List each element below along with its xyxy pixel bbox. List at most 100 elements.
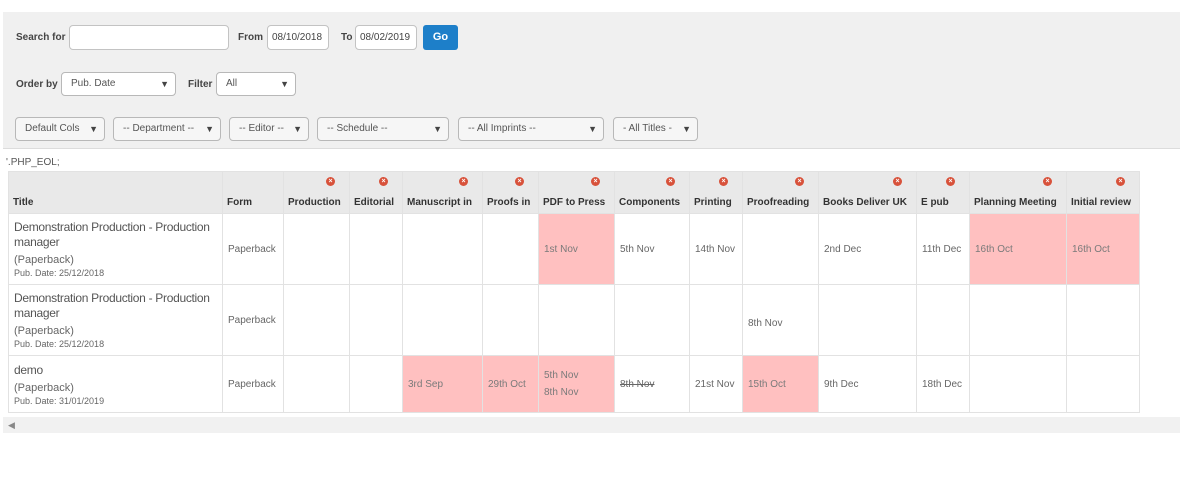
initial-review-cell[interactable] (1066, 284, 1140, 356)
department-select[interactable]: -- Department -- ▼ (113, 117, 221, 141)
title-text[interactable]: demo (14, 363, 222, 378)
remove-column-icon[interactable]: × (719, 177, 728, 186)
from-date-input[interactable]: 08/10/2018 (267, 25, 329, 50)
column-header: × Planning Meeting (969, 171, 1067, 214)
remove-column-icon[interactable]: × (515, 177, 524, 186)
printing-cell[interactable]: 21st Nov (689, 355, 743, 413)
components-cell[interactable] (614, 284, 690, 356)
go-button[interactable]: Go (423, 25, 458, 50)
chevron-down-icon: ▼ (433, 124, 442, 134)
remove-column-icon[interactable]: × (893, 177, 902, 186)
chevron-down-icon: ▼ (280, 79, 289, 89)
remove-column-icon[interactable]: × (1116, 177, 1125, 186)
titles-value: - All Titles - (623, 123, 672, 134)
proofs-cell[interactable] (482, 284, 539, 356)
components-cell[interactable]: 5th Nov (614, 213, 690, 285)
books-deliver-cell[interactable] (818, 284, 917, 356)
remove-column-icon[interactable]: × (459, 177, 468, 186)
planning-meeting-cell[interactable] (969, 355, 1067, 413)
columns-value: Default Cols (25, 123, 80, 134)
epub-cell[interactable]: 18th Dec (916, 355, 970, 413)
imprints-select[interactable]: -- All Imprints -- ▼ (458, 117, 604, 141)
editor-select[interactable]: -- Editor -- ▼ (229, 117, 309, 141)
production-cell[interactable] (283, 213, 350, 285)
format-text: (Paperback) (14, 254, 74, 266)
remove-column-icon[interactable]: × (666, 177, 675, 186)
production-cell[interactable] (283, 284, 350, 356)
remove-column-icon[interactable]: × (946, 177, 955, 186)
column-header: × Manuscript in (402, 171, 483, 214)
to-label: To (341, 32, 353, 43)
column-header: × Initial review (1066, 171, 1140, 214)
proofreading-cell[interactable]: 15th Oct (742, 355, 819, 413)
order-by-value: Pub. Date (71, 78, 116, 89)
column-header: × Proofs in (482, 171, 539, 214)
title-text[interactable]: Demonstration Production - Production ma… (14, 291, 222, 321)
chevron-down-icon: ▼ (205, 124, 214, 134)
editorial-cell[interactable] (349, 284, 403, 356)
pdf-to-press-cell[interactable]: 5th Nov 8th Nov (538, 355, 615, 413)
proofreading-cell[interactable]: 8th Nov (742, 284, 819, 356)
column-header: × Editorial (349, 171, 403, 214)
title-cell[interactable]: demo (Paperback) Pub. Date: 31/01/2019 (8, 355, 223, 413)
proofs-cell[interactable] (482, 213, 539, 285)
column-header: Title (8, 171, 223, 214)
printing-cell[interactable] (689, 284, 743, 356)
chevron-down-icon: ▼ (682, 124, 691, 134)
proofreading-cell[interactable] (742, 213, 819, 285)
remove-column-icon[interactable]: × (591, 177, 600, 186)
production-cell[interactable] (283, 355, 350, 413)
proofs-cell[interactable]: 29th Oct (482, 355, 539, 413)
remove-column-icon[interactable]: × (1043, 177, 1052, 186)
components-cell[interactable]: 8th Nov (614, 355, 690, 413)
editorial-cell[interactable] (349, 355, 403, 413)
column-header: × Printing (689, 171, 743, 214)
search-input[interactable] (69, 25, 229, 50)
chevron-down-icon: ▼ (588, 124, 597, 134)
chevron-down-icon: ▼ (293, 124, 302, 134)
column-header: × PDF to Press (538, 171, 615, 214)
remove-column-icon[interactable]: × (795, 177, 804, 186)
pub-date-text: Pub. Date: 31/01/2019 (14, 395, 105, 406)
titles-select[interactable]: - All Titles - ▼ (613, 117, 698, 141)
from-label: From (238, 32, 263, 43)
order-by-select[interactable]: Pub. Date ▼ (61, 72, 176, 96)
php-eol-text: '.PHP_EOL; (6, 157, 60, 168)
manuscript-cell[interactable]: 3rd Sep (402, 355, 483, 413)
planning-meeting-cell[interactable]: 16th Oct (969, 213, 1067, 285)
epub-cell[interactable] (916, 284, 970, 356)
title-text[interactable]: Demonstration Production - Production ma… (14, 220, 222, 250)
printing-cell[interactable]: 14th Nov (689, 213, 743, 285)
editor-value: -- Editor -- (239, 123, 284, 134)
horizontal-scrollbar[interactable]: ◀ (3, 417, 1180, 433)
column-header: × Production (283, 171, 350, 214)
manuscript-cell[interactable] (402, 284, 483, 356)
title-cell[interactable]: Demonstration Production - Production ma… (8, 284, 223, 356)
manuscript-cell[interactable] (402, 213, 483, 285)
remove-column-icon[interactable]: × (326, 177, 335, 186)
schedule-table: Title Form × Production × Editorial × Manus… (8, 171, 1140, 413)
department-value: -- Department -- (123, 123, 195, 134)
columns-select[interactable]: Default Cols ▼ (15, 117, 105, 141)
books-deliver-cell[interactable]: 9th Dec (818, 355, 917, 413)
form-cell: Paperback (222, 213, 284, 285)
to-date-input[interactable]: 08/02/2019 (355, 25, 417, 50)
books-deliver-cell[interactable]: 2nd Dec (818, 213, 917, 285)
planning-meeting-cell[interactable] (969, 284, 1067, 356)
pdf-to-press-cell[interactable]: 1st Nov (538, 213, 615, 285)
epub-cell[interactable]: 11th Dec (916, 213, 970, 285)
editorial-cell[interactable] (349, 213, 403, 285)
remove-column-icon[interactable]: × (379, 177, 388, 186)
filter-select[interactable]: All ▼ (216, 72, 296, 96)
initial-review-cell[interactable]: 16th Oct (1066, 213, 1140, 285)
search-label: Search for (16, 32, 66, 43)
pdf-to-press-cell[interactable] (538, 284, 615, 356)
schedule-select[interactable]: -- Schedule -- ▼ (317, 117, 449, 141)
pdf-date-1: 5th Nov (544, 370, 579, 381)
pdf-date-2: 8th Nov (544, 387, 579, 398)
title-cell[interactable]: Demonstration Production - Production ma… (8, 213, 223, 285)
filter-value: All (226, 78, 238, 89)
initial-review-cell[interactable] (1066, 355, 1140, 413)
column-header: × Books Deliver UK (818, 171, 917, 214)
scroll-left-arrow-icon[interactable]: ◀ (8, 420, 15, 431)
